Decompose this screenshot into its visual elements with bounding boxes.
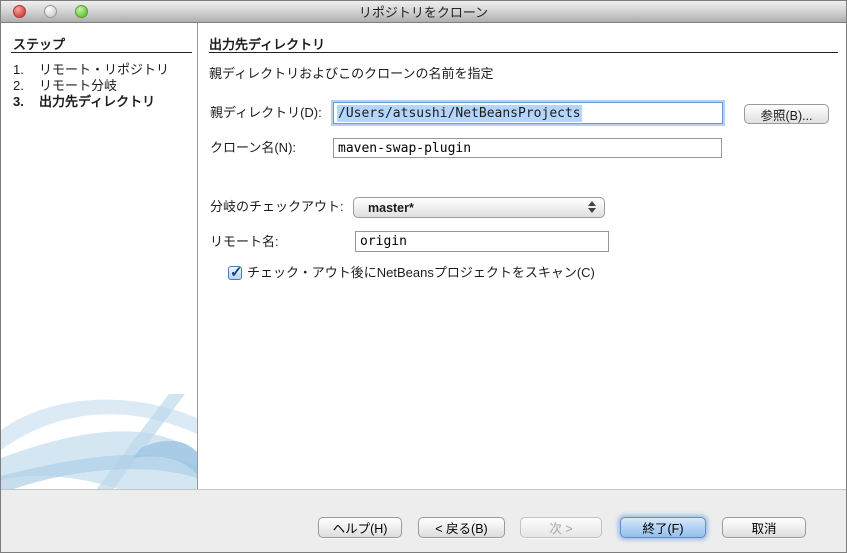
step-destination-directory: 3. 出力先ディレクトリ <box>13 94 169 110</box>
window-title: リポジトリをクローン <box>359 2 488 21</box>
steps-list: 1. リモート・リポジトリ 2. リモート分岐 3. 出力先ディレクトリ <box>13 62 169 110</box>
step-label: 出力先ディレクトリ <box>39 94 155 110</box>
minimize-window-icon[interactable] <box>44 5 57 18</box>
clone-name-input[interactable] <box>333 138 722 158</box>
next-button: 次 > <box>520 517 602 538</box>
panel-heading: 出力先ディレクトリ <box>209 34 325 53</box>
step-label: リモート分岐 <box>39 78 117 94</box>
step-remote-repository: 1. リモート・リポジトリ <box>13 62 169 78</box>
steps-header: ステップ <box>13 34 65 53</box>
clone-repository-dialog: リポジトリをクローン ステップ 1. リモート・リポジトリ 2. リモート分岐 … <box>0 0 847 553</box>
checkout-branch-label: 分岐のチェックアウト: <box>210 199 344 215</box>
checkmark-icon: ✓ <box>230 263 243 281</box>
branch-dropdown-value: master* <box>368 201 414 215</box>
remote-name-input[interactable] <box>355 231 609 252</box>
destination-directory-panel: 出力先ディレクトリ 親ディレクトリおよびこのクローンの名前を指定 親ディレクトリ… <box>199 23 846 489</box>
title-bar[interactable]: リポジトリをクローン <box>1 1 846 23</box>
back-button[interactable]: < 戻る(B) <box>418 517 505 538</box>
scan-projects-checkbox-label[interactable]: チェック・アウト後にNetBeansプロジェクトをスキャン(C) <box>247 265 595 281</box>
step-label: リモート・リポジトリ <box>39 62 169 78</box>
selected-text: /Users/atsushi/NetBeansProjects <box>337 105 582 122</box>
scan-projects-checkbox[interactable]: ✓ <box>228 266 242 280</box>
wizard-steps-sidebar: ステップ 1. リモート・リポジトリ 2. リモート分岐 3. 出力先ディレクト… <box>1 23 198 491</box>
parent-directory-input[interactable]: /Users/atsushi/NetBeansProjects <box>333 102 723 124</box>
branch-dropdown[interactable]: master* <box>353 197 605 218</box>
close-window-icon[interactable] <box>13 5 26 18</box>
remote-name-label: リモート名: <box>210 234 279 250</box>
finish-button[interactable]: 終了(F) <box>620 517 706 538</box>
steps-header-divider <box>11 52 192 53</box>
heading-divider <box>209 52 838 53</box>
step-remote-branches: 2. リモート分岐 <box>13 78 169 94</box>
cancel-button[interactable]: 取消 <box>722 517 806 538</box>
clone-name-label: クローン名(N): <box>210 140 296 156</box>
help-button[interactable]: ヘルプ(H) <box>318 517 402 538</box>
zoom-window-icon[interactable] <box>75 5 88 18</box>
stepper-arrows-icon <box>588 201 596 213</box>
netbeans-watermark-graphic <box>1 388 197 490</box>
parent-directory-label: 親ディレクトリ(D): <box>210 105 322 121</box>
dialog-footer: ヘルプ(H) < 戻る(B) 次 > 終了(F) 取消 <box>1 489 847 552</box>
panel-subtitle: 親ディレクトリおよびこのクローンの名前を指定 <box>209 63 493 82</box>
browse-button[interactable]: 参照(B)... <box>744 104 829 124</box>
